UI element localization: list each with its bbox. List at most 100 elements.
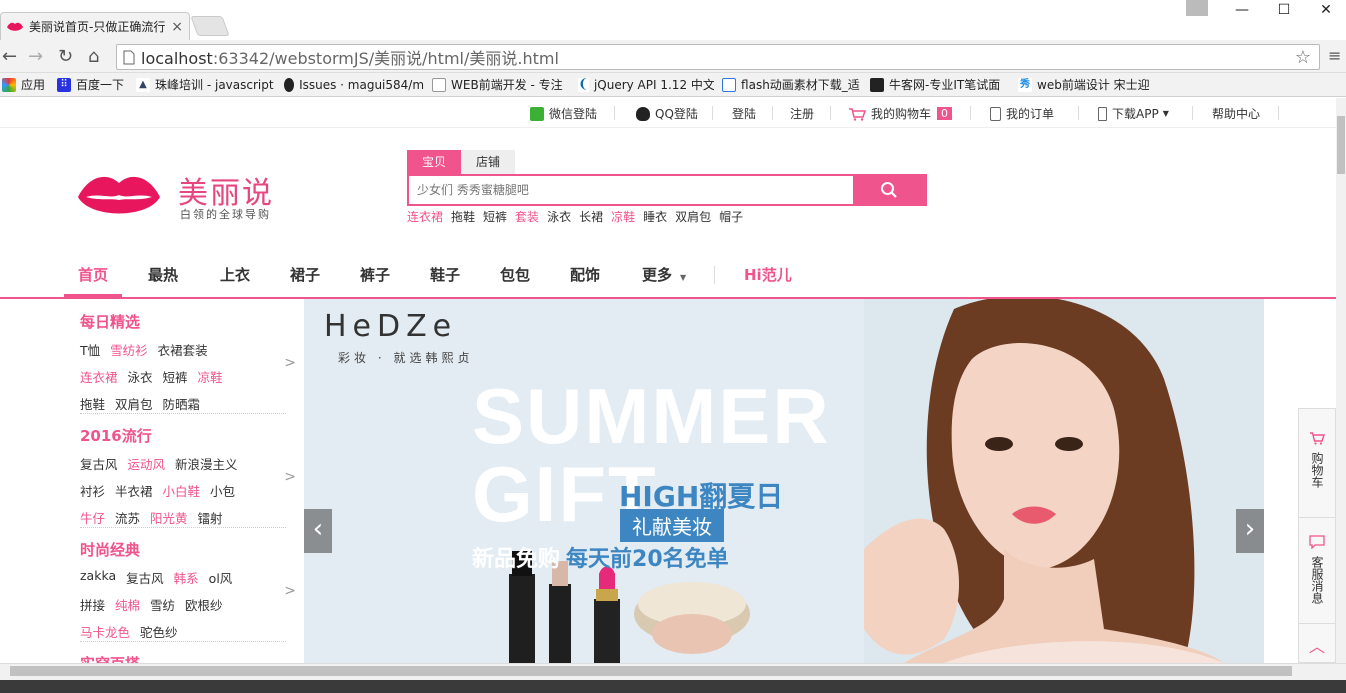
banner-prev-button[interactable]: ‹ [304,509,332,553]
nav-hot[interactable]: 最热 [148,264,178,285]
browser-tab[interactable]: 美丽说首页-只做正确流行 × [0,12,190,40]
nav-shoes[interactable]: 鞋子 [430,264,460,285]
bookmark-star-icon[interactable]: ☆ [1295,47,1311,68]
vertical-scroll-thumb[interactable] [1337,116,1345,174]
bookmark-web-frontend[interactable]: WEB前端开发 - 专注 [432,76,570,93]
user-profile-icon[interactable] [1186,0,1208,16]
category-title[interactable]: 时尚经典 [80,539,286,560]
search-button[interactable] [853,176,925,204]
nav-bags[interactable]: 包包 [500,264,530,285]
hot-keyword[interactable]: 凉鞋 [611,208,635,225]
category-link[interactable]: 雪纺 [150,595,175,614]
category-link[interactable]: 衬衫 [80,481,105,500]
nav-skirts[interactable]: 裙子 [290,264,320,285]
category-link[interactable]: 马卡龙色 [80,622,130,641]
chevron-right-icon[interactable]: > [284,583,296,599]
category-link[interactable]: 复古风 [80,454,118,473]
category-link[interactable]: 纯棉 [115,595,140,614]
bookmark-zhufeng[interactable]: ▲ 珠峰培训 - javascript [136,76,276,93]
maximize-icon[interactable]: ☐ [1264,0,1304,20]
category-link[interactable]: 防晒霜 [163,394,201,413]
bookmark-flash[interactable]: flash动画素材下载_适 [722,76,862,93]
wechat-login-link[interactable]: 微信登陆 [530,105,597,122]
hot-keyword[interactable]: 连衣裙 [407,208,443,225]
vertical-scrollbar[interactable] [1336,98,1346,663]
back-arrow-icon[interactable]: ← [2,46,17,67]
nav-hi-fan[interactable]: Hi范儿 [744,264,792,285]
register-link[interactable]: 注册 [790,105,814,122]
bookmark-jquery[interactable]: ❨ jQuery API 1.12 中文 [578,76,714,93]
nav-accessories[interactable]: 配饰 [570,264,600,285]
hot-keyword[interactable]: 泳衣 [547,208,571,225]
url-bar[interactable]: localhost:63342/webstormJS/美丽说/html/美丽说.… [116,44,1320,70]
category-link[interactable]: 衣裙套装 [158,340,208,359]
bookmark-baidu[interactable]: ⠿ 百度一下 [57,76,124,93]
hot-keyword[interactable]: 套装 [515,208,539,225]
category-link[interactable]: T恤 [80,340,100,359]
category-link[interactable]: 韩系 [174,568,199,587]
bookmark-web-design[interactable]: 秀 web前端设计 宋士迎 [1018,76,1150,93]
category-link[interactable]: 流苏 [115,508,140,527]
chevron-right-icon[interactable]: > [284,355,296,371]
hot-keyword[interactable]: 拖鞋 [451,208,475,225]
hero-banner[interactable]: HeDZe 彩妆 · 就选韩熙贞 SUMMER GIFT HIGH翻夏日 礼献美… [304,299,1264,663]
hot-keyword[interactable]: 睡衣 [643,208,667,225]
category-link[interactable]: 短裤 [163,367,188,386]
nav-home[interactable]: 首页 [78,264,108,285]
bookmark-nowcoder[interactable]: 牛客网-专业IT笔试面 [870,76,1010,93]
nav-more[interactable]: 更多 ▼ [642,264,686,285]
side-service-button[interactable]: 客服消息 [1299,535,1335,607]
category-link[interactable]: 泳衣 [128,367,153,386]
help-center-link[interactable]: 帮助中心 [1212,105,1260,122]
search-input[interactable] [409,176,855,204]
category-link[interactable]: 雪纺衫 [110,340,148,359]
reload-icon[interactable]: ↻ [58,46,73,67]
category-link[interactable]: 阳光黄 [150,508,188,527]
hot-keyword[interactable]: 短裤 [483,208,507,225]
category-link[interactable]: 牛仔 [80,508,105,527]
hot-keyword[interactable]: 帽子 [719,208,743,225]
download-app-link[interactable]: 下载APP ▼ [1098,105,1169,122]
category-link[interactable]: 拼接 [80,595,105,614]
category-link[interactable]: 镭射 [198,508,223,527]
category-link[interactable]: ol风 [209,568,233,587]
minimize-icon[interactable]: — [1222,0,1262,20]
qq-login-link[interactable]: QQ登陆 [636,105,698,122]
hot-keyword[interactable]: 双肩包 [675,208,711,225]
chevron-right-icon[interactable]: > [284,469,296,485]
category-link[interactable]: 半衣裙 [115,481,153,500]
back-to-top-icon[interactable]: ︿ [1299,633,1335,657]
home-icon[interactable]: ⌂ [88,46,99,67]
forward-arrow-icon[interactable]: → [28,46,43,67]
category-link[interactable]: 连衣裙 [80,367,118,386]
category-link[interactable]: 拖鞋 [80,394,105,413]
category-link[interactable]: 双肩包 [115,394,153,413]
nav-pants[interactable]: 裤子 [360,264,390,285]
bookmark-apps[interactable]: 应用 [2,76,45,93]
my-orders-link[interactable]: 我的订单 [990,105,1054,122]
category-link[interactable]: 新浪漫主义 [175,454,238,473]
category-link[interactable]: 复古风 [126,568,164,587]
hot-keyword[interactable]: 长裙 [579,208,603,225]
category-link[interactable]: 小包 [210,481,235,500]
close-tab-icon[interactable]: × [171,19,183,35]
nav-tops[interactable]: 上衣 [220,264,250,285]
close-window-icon[interactable]: ✕ [1306,0,1346,20]
category-title[interactable]: 2016流行 [80,425,286,446]
category-link[interactable]: 驼色纱 [140,622,178,641]
tab-shops[interactable]: 店铺 [461,150,516,174]
banner-next-button[interactable]: › [1236,509,1264,553]
category-link[interactable]: 欧根纱 [185,595,223,614]
category-link[interactable]: zakka [80,568,116,587]
side-cart-button[interactable]: 购物车 [1299,431,1335,491]
login-link[interactable]: 登陆 [732,105,756,122]
bookmark-github[interactable]: Issues · magui584/m [284,77,424,92]
menu-icon[interactable]: ≡ [1328,46,1341,65]
category-title[interactable]: 每日精选 [80,311,286,332]
site-logo[interactable]: 美丽说 白领的全球导购 [78,168,288,224]
category-title[interactable]: 实穿百搭 [80,653,286,663]
horizontal-scroll-thumb[interactable] [10,666,1292,676]
category-link[interactable]: 凉鞋 [198,367,223,386]
my-cart-link[interactable]: 我的购物车 0 [848,105,953,122]
tab-items[interactable]: 宝贝 [407,150,462,174]
